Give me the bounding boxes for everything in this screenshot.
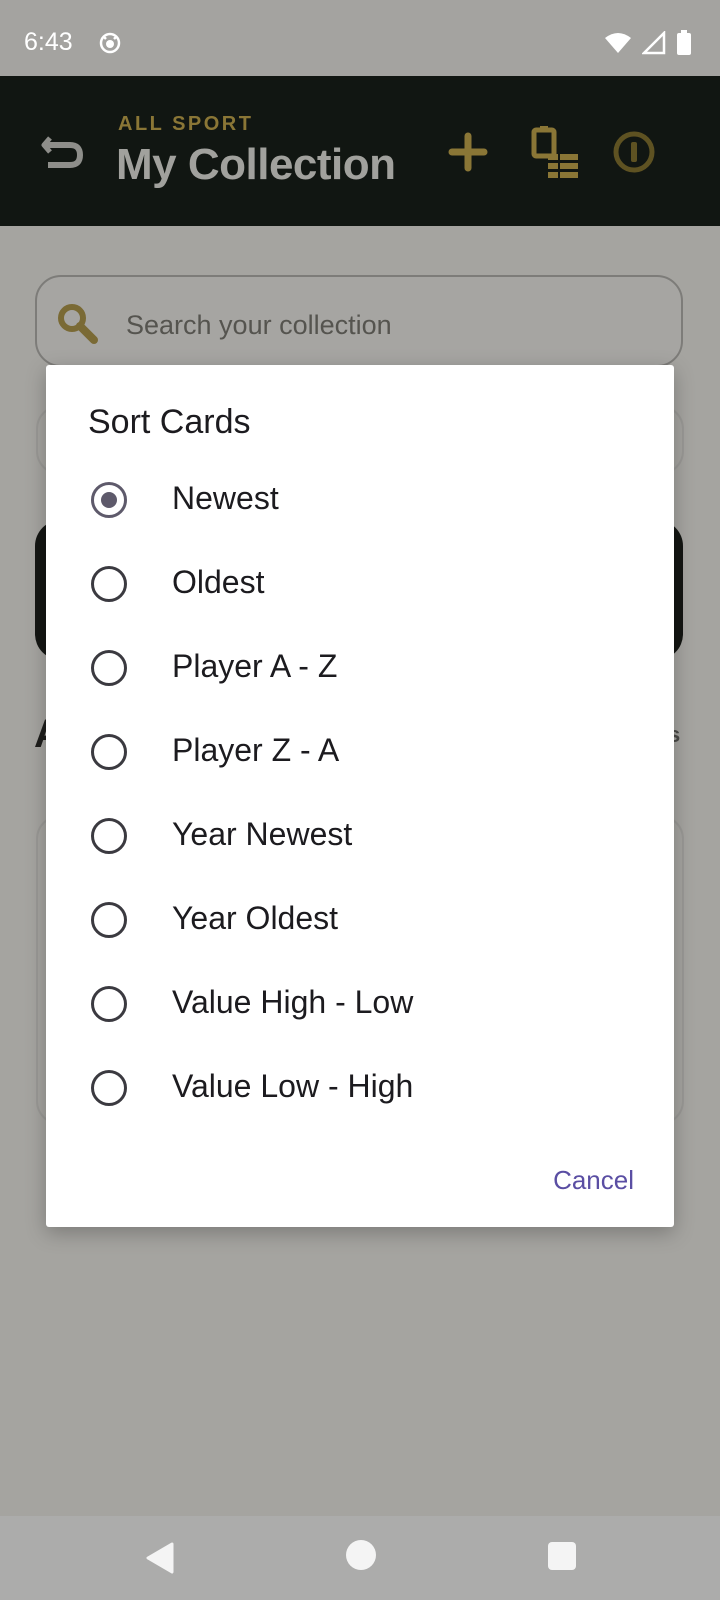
radio-button-checked[interactable]	[91, 482, 127, 518]
sort-option-player-a-z[interactable]: Player A - Z	[46, 628, 674, 712]
wifi-icon	[605, 33, 631, 53]
radio-button[interactable]	[91, 1070, 127, 1106]
sort-option-newest[interactable]: Newest	[46, 460, 674, 544]
sort-option-label: Oldest	[172, 564, 265, 600]
sort-dialog: Sort Cards Newest Oldest Player A - Z Pl…	[46, 365, 674, 1227]
sort-option-label: Newest	[172, 480, 279, 516]
cancel-button[interactable]: Cancel	[553, 1165, 634, 1196]
sort-option-label: Value High - Low	[172, 984, 414, 1020]
radio-button[interactable]	[91, 650, 127, 686]
radio-button[interactable]	[91, 986, 127, 1022]
sort-option-label: Value Low - High	[172, 1068, 414, 1104]
info-icon[interactable]	[612, 130, 656, 174]
nav-home-icon[interactable]	[346, 1540, 376, 1570]
signal-icon	[642, 31, 666, 55]
radio-button[interactable]	[91, 902, 127, 938]
manage-collection-icon[interactable]	[530, 124, 580, 180]
sort-option-oldest[interactable]: Oldest	[46, 544, 674, 628]
sort-option-value-low-high[interactable]: Value Low - High	[46, 1048, 674, 1132]
sort-option-label: Player A - Z	[172, 648, 338, 684]
sort-option-label: Year Newest	[172, 816, 353, 852]
status-icons	[604, 30, 692, 56]
sort-option-player-z-a[interactable]: Player Z - A	[46, 712, 674, 796]
sort-option-value-high-low[interactable]: Value High - Low	[46, 964, 674, 1048]
back-icon[interactable]	[40, 128, 88, 176]
radio-button[interactable]	[91, 818, 127, 854]
search-icon	[58, 304, 98, 344]
search-input[interactable]	[124, 304, 648, 346]
sort-option-label: Year Oldest	[172, 900, 339, 936]
add-icon[interactable]	[448, 132, 488, 172]
sort-option-label: Player Z - A	[172, 732, 340, 768]
battery-icon	[677, 30, 691, 55]
status-time: 6:43	[24, 28, 73, 56]
nav-back-icon[interactable]	[142, 1540, 178, 1576]
cat-icon	[99, 32, 121, 54]
status-bar: 6:43	[0, 0, 720, 76]
dialog-title: Sort Cards	[88, 403, 251, 441]
sort-option-year-oldest[interactable]: Year Oldest	[46, 880, 674, 964]
sort-option-year-newest[interactable]: Year Newest	[46, 796, 674, 880]
radio-button[interactable]	[91, 734, 127, 770]
nav-recents-icon[interactable]	[548, 1542, 576, 1570]
radio-button[interactable]	[91, 566, 127, 602]
app-subtitle: ALL SPORT	[118, 113, 254, 135]
page-title: My Collection	[116, 140, 396, 189]
